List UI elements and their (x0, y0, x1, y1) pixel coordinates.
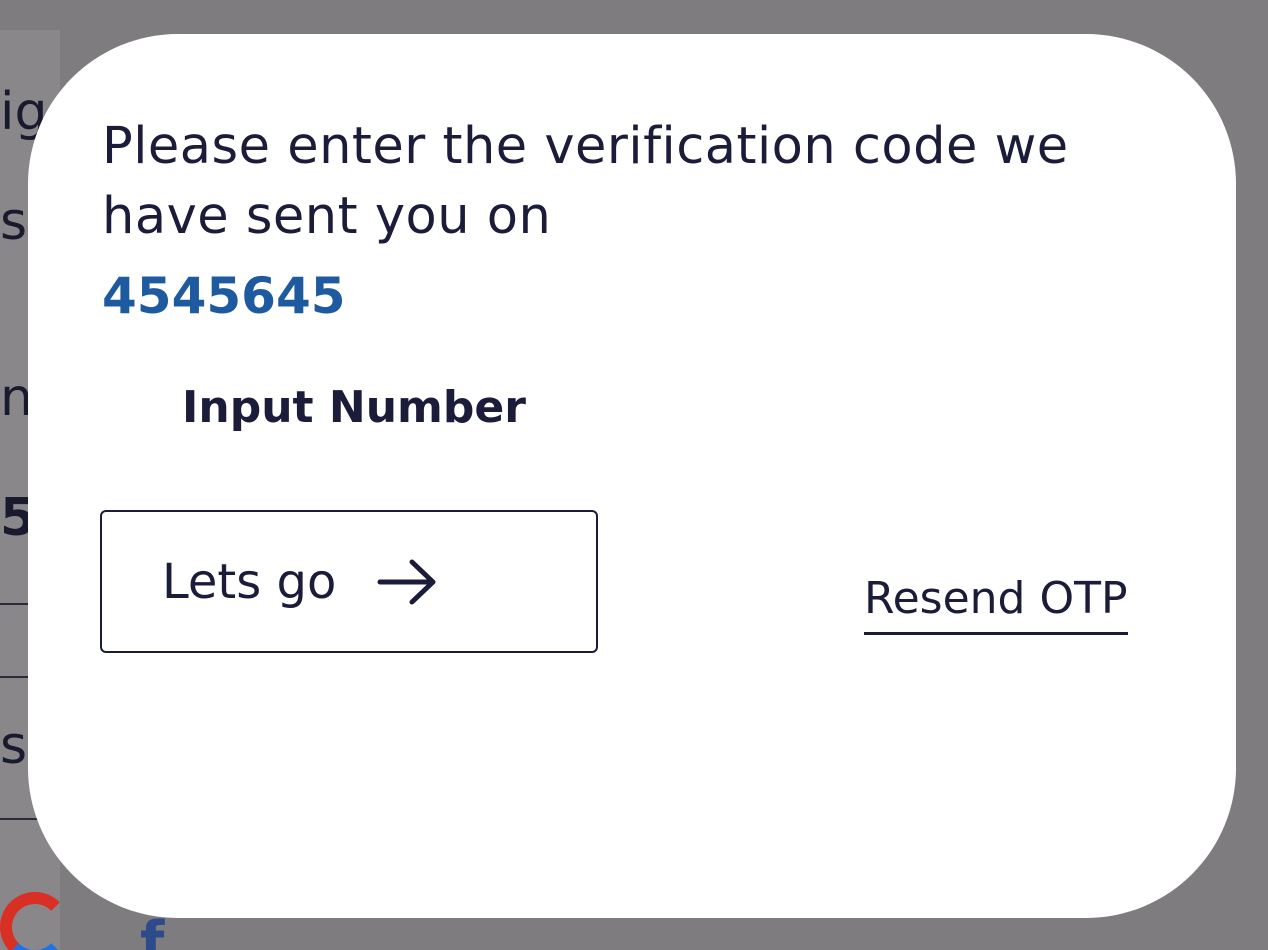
otp-input[interactable] (182, 376, 602, 438)
verification-message: Please enter the verification code we ha… (102, 117, 1069, 246)
resend-otp-link[interactable]: Resend OTP (864, 570, 1128, 635)
lets-go-button[interactable]: Lets go (100, 510, 598, 653)
phone-number: 4545645 (102, 267, 346, 325)
background-text-fragment: s (0, 192, 28, 252)
lets-go-label: Lets go (162, 553, 337, 610)
arrow-right-icon (377, 559, 436, 604)
otp-verification-modal: Please enter the verification code we ha… (28, 34, 1236, 918)
background-text-fragment: s (0, 716, 28, 776)
facebook-icon: f (140, 910, 165, 950)
